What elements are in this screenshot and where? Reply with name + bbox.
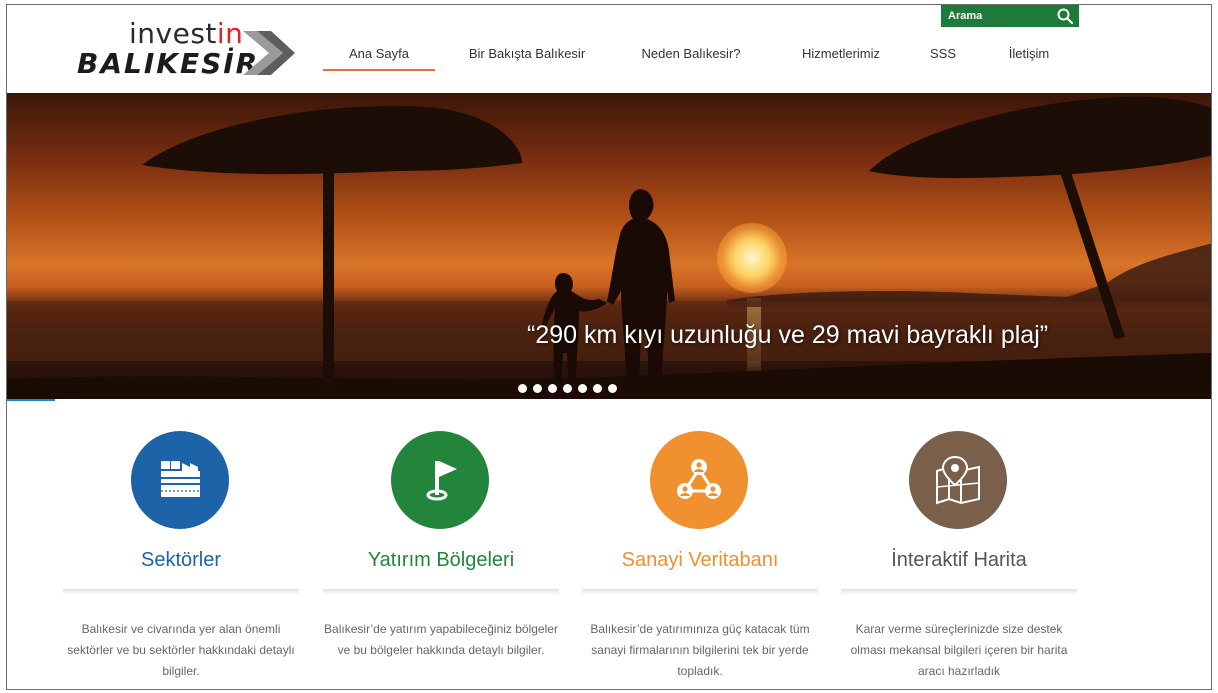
feature-description: Karar verme süreçlerinizde size destek o…	[850, 622, 1068, 678]
slider-dot[interactable]	[608, 384, 617, 393]
nav-hizmetlerimiz[interactable]: Hizmetlerimiz	[789, 43, 893, 71]
slider-dot[interactable]	[518, 384, 527, 393]
hero-caption: “290 km kıyı uzunluğu ve 29 mavi bayrakl…	[527, 321, 1049, 349]
feature-description: Balıkesir’de yatırım yapabileceğiniz böl…	[324, 622, 558, 657]
feature-divider	[841, 589, 1077, 595]
feature-sektorler[interactable]: Sektörler Balıkesir ve civarında yer ala…	[63, 429, 299, 689]
nav-neden-balikesir[interactable]: Neden Balıkesir?	[631, 43, 751, 71]
feature-description: Balıkesir’de yatırımınıza güç katacak tü…	[590, 622, 810, 678]
logo-line-balikesir: BALIKESİR	[77, 47, 260, 80]
search-box	[941, 5, 1079, 27]
nav-iletisim[interactable]: İletişim	[1001, 43, 1057, 71]
logo-line-invest: investin	[129, 17, 243, 50]
search-icon[interactable]	[1056, 7, 1074, 25]
nav-sss[interactable]: SSS	[923, 43, 963, 71]
network-users-icon	[677, 459, 721, 499]
factory-icon	[161, 461, 200, 497]
logo-text-in: in	[216, 17, 244, 50]
slider-dot[interactable]	[533, 384, 542, 393]
slider-dot[interactable]	[593, 384, 602, 393]
feature-divider	[323, 589, 559, 595]
sektorler-circle[interactable]	[131, 431, 229, 529]
yatirim-circle[interactable]	[391, 431, 489, 529]
flag-icon	[426, 461, 457, 501]
slider-dot[interactable]	[548, 384, 557, 393]
feature-title[interactable]: Sektörler	[63, 549, 299, 572]
feature-title[interactable]: Yatırım Bölgeleri	[323, 549, 559, 572]
search-input[interactable]	[948, 8, 1048, 24]
hero-slider[interactable]: “290 km kıyı uzunluğu ve 29 mavi bayrakl…	[7, 93, 1211, 399]
feature-description: Balıkesir ve civarında yer alan önemli s…	[67, 622, 295, 678]
feature-divider	[63, 589, 299, 595]
feature-sanayi-veritabani[interactable]: Sanayi Veritabanı Balıkesir’de yatırımın…	[582, 429, 818, 689]
map-pin-icon	[936, 455, 980, 505]
hero-silhouettes	[7, 96, 1211, 399]
logo-text-invest: invest	[129, 17, 217, 50]
slider-dot[interactable]	[563, 384, 572, 393]
feature-interaktif-harita[interactable]: İnteraktif Harita Karar verme süreçlerin…	[841, 429, 1077, 689]
site-header: investin BALIKESİR Ana Sayfa Bir Bakışta…	[7, 5, 1211, 93]
nav-bir-bakista[interactable]: Bir Bakışta Balıkesir	[461, 43, 593, 71]
feature-title[interactable]: Sanayi Veritabanı	[582, 549, 818, 572]
nav-ana-sayfa[interactable]: Ana Sayfa	[323, 43, 435, 71]
slider-dot[interactable]	[578, 384, 587, 393]
site-logo[interactable]: investin BALIKESİR	[77, 17, 297, 81]
feature-yatirim-bolgeleri[interactable]: Yatırım Bölgeleri Balıkesir’de yatırım y…	[323, 429, 559, 689]
sanayi-circle[interactable]	[650, 431, 748, 529]
feature-divider	[582, 589, 818, 595]
slider-progress-bar	[7, 399, 55, 401]
feature-title[interactable]: İnteraktif Harita	[841, 549, 1077, 572]
page-frame: investin BALIKESİR Ana Sayfa Bir Bakışta…	[6, 4, 1212, 690]
harita-circle[interactable]	[909, 431, 1007, 529]
logo-arrow-icon	[243, 31, 295, 75]
